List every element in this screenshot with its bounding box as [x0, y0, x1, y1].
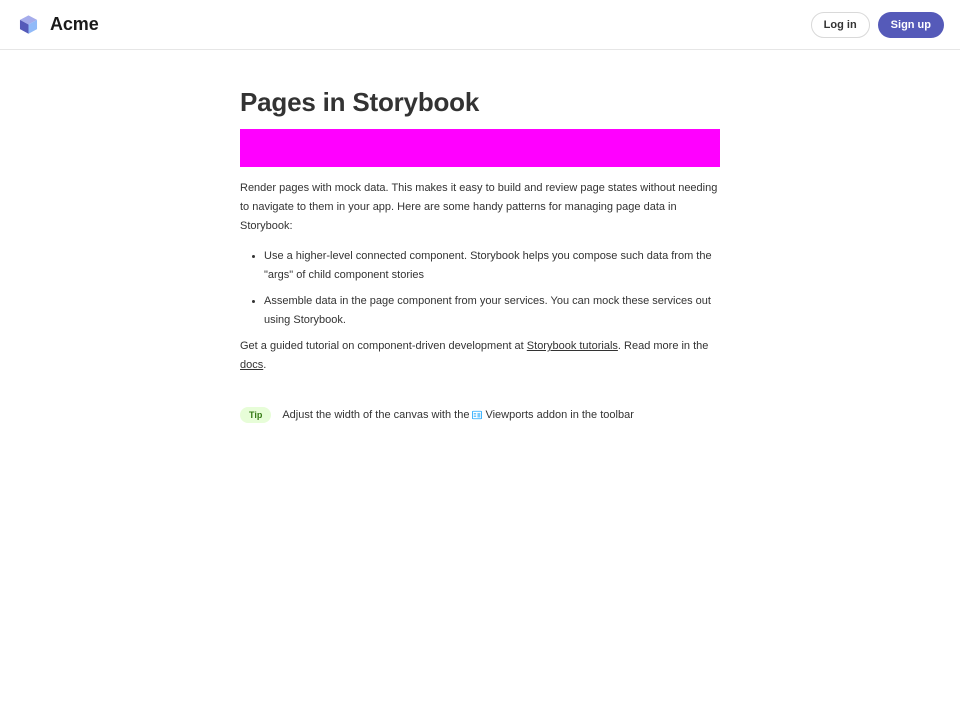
tip-badge: Tip [240, 407, 272, 423]
patterns-list: Use a higher-level connected component. … [240, 247, 720, 330]
intro-paragraph: Render pages with mock data. This makes … [240, 182, 718, 232]
list-item: Use a higher-level connected component. … [264, 247, 720, 285]
outro-middle: . Read more in the [617, 340, 709, 352]
docs-link[interactable]: docs [240, 359, 263, 371]
tip-text-after: Viewports addon in the toolbar [485, 409, 634, 421]
viewport-icon [472, 410, 483, 420]
outro-prefix: Get a guided tutorial on component-drive… [240, 340, 527, 352]
brand[interactable]: Acme [18, 14, 99, 35]
tip-text: Adjust the width of the canvas with the … [282, 409, 634, 421]
tip-text-before: Adjust the width of the canvas with the [282, 409, 470, 421]
signup-button[interactable]: Sign up [877, 11, 944, 38]
brand-name: Acme [50, 14, 99, 34]
login-button[interactable]: Log in [810, 11, 870, 38]
outro-paragraph: Get a guided tutorial on component-drive… [240, 337, 720, 375]
storybook-tutorials-link[interactable]: Storybook tutorials [527, 340, 618, 352]
site-header: Acme Log in Sign up [0, 0, 960, 50]
header-actions: Log in Sign up [810, 11, 944, 38]
list-item: Assemble data in the page component from… [264, 292, 720, 330]
acme-logo-icon [19, 15, 38, 34]
outro-suffix: . [263, 359, 267, 371]
page-title: Pages in Storybook [240, 87, 480, 117]
tip-wrapper: Tip Adjust the width of the canvas with … [240, 407, 720, 423]
placeholder-banner [240, 129, 720, 167]
page-content: Pages in Storybook Render pages with moc… [240, 88, 720, 423]
